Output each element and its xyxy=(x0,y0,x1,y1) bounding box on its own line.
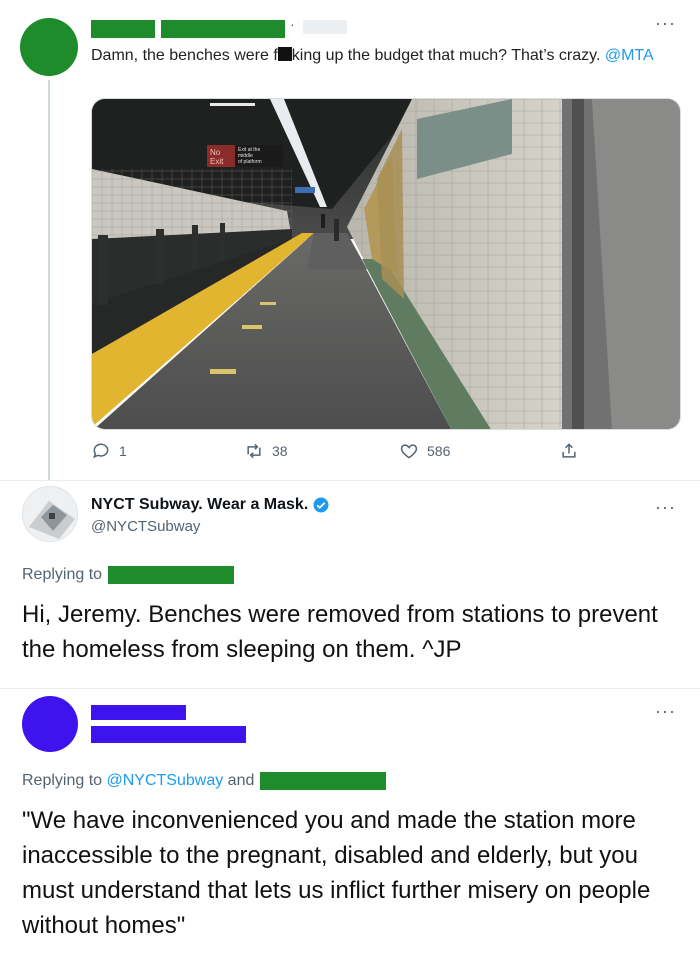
censor-block xyxy=(277,47,292,61)
sign-text-exit: Exit xyxy=(210,157,224,166)
replying-and: and xyxy=(227,772,255,789)
like-count: 586 xyxy=(427,443,451,459)
more-options-icon[interactable]: ··· xyxy=(655,702,676,720)
redacted-name xyxy=(91,705,186,720)
sign-text-small-3: of platform xyxy=(238,159,262,165)
separator-dot: · xyxy=(290,16,295,32)
redacted-handle xyxy=(161,20,285,38)
tweet-text-part-2: king up the budget that much? That’s cra… xyxy=(291,47,605,64)
tweet-text: Damn, the benches were f king up the budg… xyxy=(91,44,671,68)
display-name-text: NYCT Subway. Wear a Mask. xyxy=(91,496,309,513)
tweet-text-part-1: Damn, the benches were f xyxy=(91,47,278,64)
tweet-text: "We have inconvenienced you and made the… xyxy=(22,807,651,939)
retweet-count: 38 xyxy=(272,443,288,459)
replying-label: Replying to xyxy=(22,566,103,583)
redacted-reply-handle xyxy=(108,566,235,584)
avatar[interactable] xyxy=(22,696,78,752)
reply-count: 1 xyxy=(119,443,127,459)
tweet-2[interactable]: NYCT Subway. Wear a Mask. @NYCTSubway ··… xyxy=(0,480,700,680)
retweet-icon xyxy=(247,443,261,459)
redacted-name xyxy=(91,20,155,38)
replying-to: Replying to @NYCTSubway and xyxy=(22,772,387,790)
reply-button[interactable]: 1 xyxy=(91,441,127,461)
sign-text-no: No xyxy=(210,148,221,157)
share-icon xyxy=(562,443,576,458)
tweet-text: Hi, Jeremy. Benches were removed from st… xyxy=(22,601,658,663)
replying-mention-link[interactable]: @NYCTSubway xyxy=(107,772,224,790)
tweet-divider xyxy=(0,688,700,689)
avatar[interactable] xyxy=(22,486,78,542)
tweet-actions: 1 38 586 xyxy=(91,441,591,465)
share-button[interactable] xyxy=(559,441,579,461)
tweet-photo-subway-platform[interactable]: SR&W No Exit Exit at the middle of platf… xyxy=(91,98,681,430)
mention-link[interactable]: @MTA xyxy=(605,47,654,64)
redacted-date xyxy=(303,20,347,34)
retweet-button[interactable]: 38 xyxy=(244,441,288,461)
verified-badge-icon xyxy=(313,497,329,513)
tweet-3[interactable]: ··· Replying to @NYCTSubway and "We have… xyxy=(0,690,700,957)
avatar[interactable] xyxy=(20,18,78,76)
reply-icon xyxy=(93,443,109,459)
redacted-reply-handle xyxy=(260,772,387,790)
no-exit-sign: No Exit Exit at the middle of platform xyxy=(207,145,283,167)
display-name[interactable]: NYCT Subway. Wear a Mask. xyxy=(91,496,330,514)
heart-icon xyxy=(400,444,418,459)
more-options-icon[interactable]: ··· xyxy=(655,14,676,32)
thread-line xyxy=(48,80,50,480)
replying-to: Replying to xyxy=(22,566,235,584)
redacted-handle xyxy=(91,726,246,743)
user-handle[interactable]: @NYCTSubway xyxy=(91,518,200,535)
tweet-1[interactable]: · ··· Damn, the benches were f king up th… xyxy=(0,0,700,480)
like-button[interactable]: 586 xyxy=(399,441,450,461)
more-options-icon[interactable]: ··· xyxy=(655,498,676,516)
replying-label: Replying to xyxy=(22,772,103,789)
